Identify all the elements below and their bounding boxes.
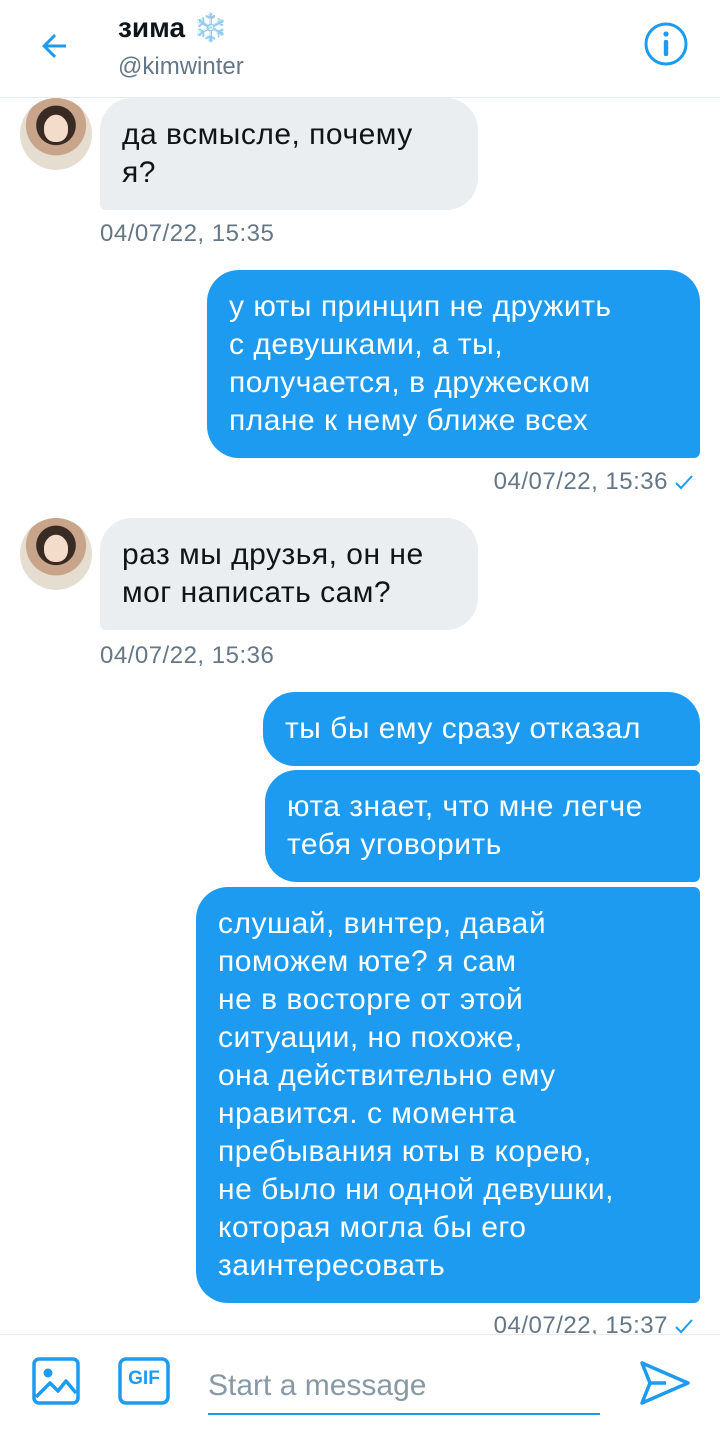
message-line: тебя уговорить xyxy=(287,828,502,861)
message-bubble-incoming[interactable]: да всмысле, почему я? xyxy=(100,98,478,210)
message-timestamp: 04/07/22, 15:37 xyxy=(493,1312,668,1334)
message-line: поможем юте? я сам xyxy=(218,945,517,978)
conversation-header: зима ❄️ @kimwinter xyxy=(0,0,720,98)
message-line: заинтересовать xyxy=(218,1249,446,1282)
info-button[interactable] xyxy=(642,20,690,68)
message-line: плане к нему ближе всех xyxy=(229,404,589,437)
message-timestamp: 04/07/22, 15:36 xyxy=(100,642,275,669)
message-timestamp: 04/07/22, 15:36 xyxy=(493,468,668,495)
message-line: раз мы друзья, он не xyxy=(122,538,424,571)
message-bubble-outgoing[interactable]: слушай, винтер, давай поможем юте? я сам… xyxy=(196,887,700,1303)
message-line: слушай, винтер, давай xyxy=(218,907,547,940)
back-arrow-icon xyxy=(42,34,66,58)
message-line: юта знает, что мне легче xyxy=(287,790,643,823)
gif-label: GIF xyxy=(128,1368,160,1389)
avatar[interactable] xyxy=(20,518,92,590)
add-image-button[interactable] xyxy=(28,1353,84,1409)
send-button[interactable] xyxy=(636,1355,692,1411)
avatar[interactable] xyxy=(20,98,92,170)
image-icon xyxy=(32,1357,80,1405)
message-bubble-outgoing[interactable]: у юты принцип не дружить с девушками, а … xyxy=(207,270,700,458)
send-icon xyxy=(640,1361,690,1405)
message-bubble-incoming[interactable]: раз мы друзья, он не мог написать сам? xyxy=(100,518,478,630)
contact-handle: @kimwinter xyxy=(118,53,244,80)
message-line: мог написать сам? xyxy=(122,576,392,609)
message-line: не в восторге от этой xyxy=(218,983,524,1016)
message-line: с девушками, а ты, xyxy=(229,328,504,361)
message-line: да всмысле, почему xyxy=(122,118,413,151)
message-composer: GIF xyxy=(0,1334,720,1430)
snowflake-icon: ❄️ xyxy=(193,12,228,43)
message-line: которая могла бы его xyxy=(218,1211,527,1244)
message-line: ты бы ему сразу отказал xyxy=(285,712,641,745)
message-line: у юты принцип не дружить xyxy=(229,290,612,323)
info-icon xyxy=(644,22,688,66)
checkmark-icon xyxy=(675,475,693,490)
message-line: не было ни одной девушки, xyxy=(218,1173,614,1206)
conversation-title-block[interactable]: зима ❄️ @kimwinter xyxy=(118,10,244,82)
add-gif-button[interactable]: GIF xyxy=(116,1353,172,1409)
message-timestamp-row: 04/07/22, 15:37 xyxy=(494,1311,696,1334)
message-bubble-outgoing[interactable]: ты бы ему сразу отказал xyxy=(263,692,700,766)
message-line: пребывания юты в корею, xyxy=(218,1135,592,1168)
message-bubble-outgoing[interactable]: юта знает, что мне легче тебя уговорить xyxy=(265,770,700,882)
message-input[interactable] xyxy=(208,1365,600,1415)
message-line: я? xyxy=(122,156,156,189)
message-line: ситуации, но похоже, xyxy=(218,1021,523,1054)
message-line: она действительно ему xyxy=(218,1059,556,1092)
contact-name: зима xyxy=(118,12,186,43)
message-timestamp-row: 04/07/22, 15:36 xyxy=(494,467,696,497)
message-line: получается, в дружеском xyxy=(229,366,591,399)
checkmark-icon xyxy=(675,1319,693,1334)
message-timestamp: 04/07/22, 15:35 xyxy=(100,220,275,247)
back-button[interactable] xyxy=(30,22,78,70)
message-line: нравится. с момента xyxy=(218,1097,517,1130)
page-title: зима ❄️ xyxy=(118,10,244,46)
message-list[interactable]: да всмысле, почему я? 04/07/22, 15:35 у … xyxy=(0,98,720,1334)
